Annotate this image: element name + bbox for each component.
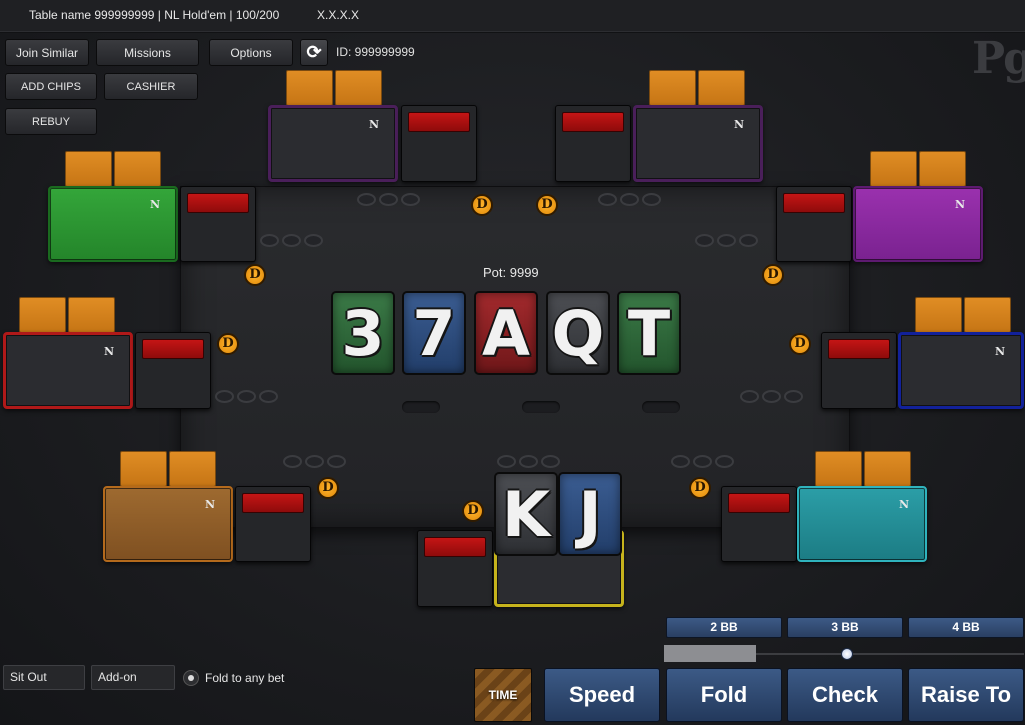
- table-id: ID: 999999999: [336, 45, 415, 59]
- seat-mid-left[interactable]: N: [3, 332, 133, 409]
- seat-timer-bar: [828, 339, 890, 359]
- hero-info: [417, 530, 493, 607]
- bet-spot: [671, 455, 734, 468]
- seat-label: N: [204, 498, 215, 511]
- dealer-button-icon: D: [217, 333, 239, 355]
- missions-button[interactable]: Missions: [96, 39, 199, 66]
- bet-spot: [357, 193, 420, 206]
- seat-lower-right-cards: [815, 451, 911, 487]
- card-slot: [402, 401, 440, 413]
- check-button[interactable]: Check: [787, 668, 903, 722]
- seat-lower-right[interactable]: N: [797, 486, 927, 562]
- raise-to-button[interactable]: Raise To: [908, 668, 1024, 722]
- card-slot: [642, 401, 680, 413]
- seat-lower-left-cards: [120, 451, 216, 487]
- speed-button[interactable]: Speed: [544, 668, 660, 722]
- time-bank-button[interactable]: TIME: [474, 668, 532, 722]
- bet-spot: [695, 234, 758, 247]
- bet-preset-2bb-button[interactable]: 2 BB: [666, 617, 782, 638]
- refresh-icon[interactable]: ⟳: [300, 39, 328, 66]
- hero-card: J: [558, 472, 622, 556]
- seat-mid-left-info: [135, 332, 211, 409]
- seat-label: N: [733, 118, 744, 131]
- seat-upper-left-info: [180, 186, 256, 262]
- bet-slider-handle[interactable]: [841, 648, 854, 660]
- bet-amount-field[interactable]: [664, 645, 756, 662]
- seat-timer-bar: [728, 493, 790, 513]
- seat-label: N: [954, 198, 965, 211]
- title-bar: Table name 999999999 | NL Hold'em | 100/…: [0, 0, 1025, 32]
- cashier-button[interactable]: CASHIER: [104, 73, 198, 100]
- hero-timer-bar: [424, 537, 486, 557]
- dealer-button-icon: D: [536, 194, 558, 216]
- bet-spot: [260, 234, 323, 247]
- bet-spot: [497, 455, 560, 468]
- board-card: 7: [402, 291, 466, 375]
- seat-upper-left[interactable]: N: [48, 186, 178, 262]
- dealer-button-icon: D: [471, 194, 493, 216]
- seat-upper-right-cards: [870, 151, 966, 187]
- seat-timer-bar: [142, 339, 204, 359]
- seat-top-right-cards: [649, 70, 745, 106]
- seat-lower-right-info: [721, 486, 797, 562]
- board-card: A: [474, 291, 538, 375]
- seat-lower-left[interactable]: N: [103, 486, 233, 562]
- seat-top-left-info: [401, 105, 477, 182]
- seat-mid-left-cards: [19, 297, 115, 333]
- site-logo: Pg: [972, 33, 1025, 84]
- seat-label: N: [368, 118, 379, 131]
- dealer-button-icon: D: [462, 500, 484, 522]
- seat-timer-bar: [187, 193, 249, 213]
- board-card: T: [617, 291, 681, 375]
- seat-lower-left-info: [235, 486, 311, 562]
- options-button[interactable]: Options: [209, 39, 293, 66]
- fold-to-any-label: Fold to any bet: [205, 671, 285, 685]
- table-info: Table name 999999999 | NL Hold'em | 100/…: [29, 8, 280, 22]
- board-card: 3: [331, 291, 395, 375]
- seat-timer-bar: [783, 193, 845, 213]
- fold-button[interactable]: Fold: [666, 668, 782, 722]
- seat-mid-right-cards: [915, 297, 1011, 333]
- seat-upper-left-cards: [65, 151, 161, 187]
- bet-slider[interactable]: [756, 653, 1024, 655]
- seat-mid-right-info: [821, 332, 897, 409]
- fold-to-any-radio[interactable]: [183, 670, 199, 686]
- bet-spot: [215, 390, 278, 403]
- seat-top-right[interactable]: N: [633, 105, 763, 182]
- hero-card: K: [494, 472, 558, 556]
- seat-mid-right[interactable]: N: [898, 332, 1024, 409]
- seat-timer-bar: [408, 112, 470, 132]
- seat-upper-right[interactable]: N: [853, 186, 983, 262]
- bet-preset-4bb-button[interactable]: 4 BB: [908, 617, 1024, 638]
- join-similar-button[interactable]: Join Similar: [5, 39, 89, 66]
- seat-label: N: [994, 345, 1005, 358]
- seat-label: N: [898, 498, 909, 511]
- version-label: X.X.X.X: [317, 8, 360, 22]
- sit-out-button[interactable]: Sit Out: [3, 665, 85, 690]
- dealer-button-icon: D: [789, 333, 811, 355]
- seat-timer-bar: [562, 112, 624, 132]
- pot-label: Pot: 9999: [483, 265, 539, 280]
- bet-spot: [283, 455, 346, 468]
- bet-spot: [598, 193, 661, 206]
- board-card: Q: [546, 291, 610, 375]
- seat-timer-bar: [242, 493, 304, 513]
- seat-top-left[interactable]: N: [268, 105, 398, 182]
- bet-preset-3bb-button[interactable]: 3 BB: [787, 617, 903, 638]
- dealer-button-icon: D: [762, 264, 784, 286]
- seat-upper-right-info: [776, 186, 852, 262]
- dealer-button-icon: D: [317, 477, 339, 499]
- seat-label: N: [103, 345, 114, 358]
- add-on-button[interactable]: Add-on: [91, 665, 175, 690]
- dealer-button-icon: D: [244, 264, 266, 286]
- rebuy-button[interactable]: REBUY: [5, 108, 97, 135]
- bet-spot: [740, 390, 803, 403]
- seat-top-left-cards: [286, 70, 382, 106]
- add-chips-button[interactable]: ADD CHIPS: [5, 73, 97, 100]
- seat-label: N: [149, 198, 160, 211]
- seat-top-right-info: [555, 105, 631, 182]
- dealer-button-icon: D: [689, 477, 711, 499]
- card-slot: [522, 401, 560, 413]
